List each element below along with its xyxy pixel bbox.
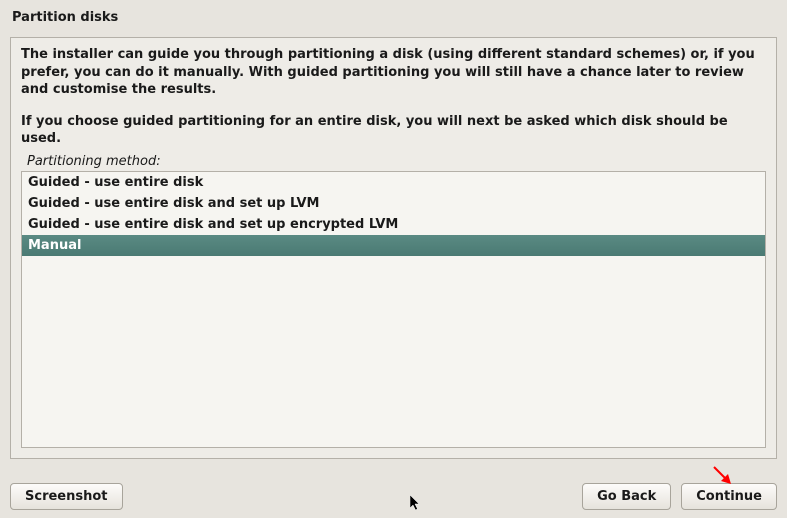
option-manual[interactable]: Manual: [22, 235, 765, 256]
partitioning-method-label: Partitioning method:: [21, 154, 766, 169]
option-guided-encrypted-lvm[interactable]: Guided - use entire disk and set up encr…: [22, 214, 765, 235]
description-text-2: If you choose guided partitioning for an…: [21, 113, 766, 148]
option-guided-entire-disk[interactable]: Guided - use entire disk: [22, 172, 765, 193]
option-guided-lvm[interactable]: Guided - use entire disk and set up LVM: [22, 193, 765, 214]
footer: Screenshot Go Back Continue: [10, 483, 777, 510]
content-box: The installer can guide you through part…: [10, 37, 777, 459]
page-title: Partition disks: [0, 0, 787, 31]
go-back-button[interactable]: Go Back: [582, 483, 671, 510]
partitioning-options-list[interactable]: Guided - use entire disk Guided - use en…: [21, 171, 766, 448]
description-text: The installer can guide you through part…: [21, 46, 766, 99]
screenshot-button[interactable]: Screenshot: [10, 483, 123, 510]
continue-button[interactable]: Continue: [681, 483, 777, 510]
footer-right: Go Back Continue: [582, 483, 777, 510]
